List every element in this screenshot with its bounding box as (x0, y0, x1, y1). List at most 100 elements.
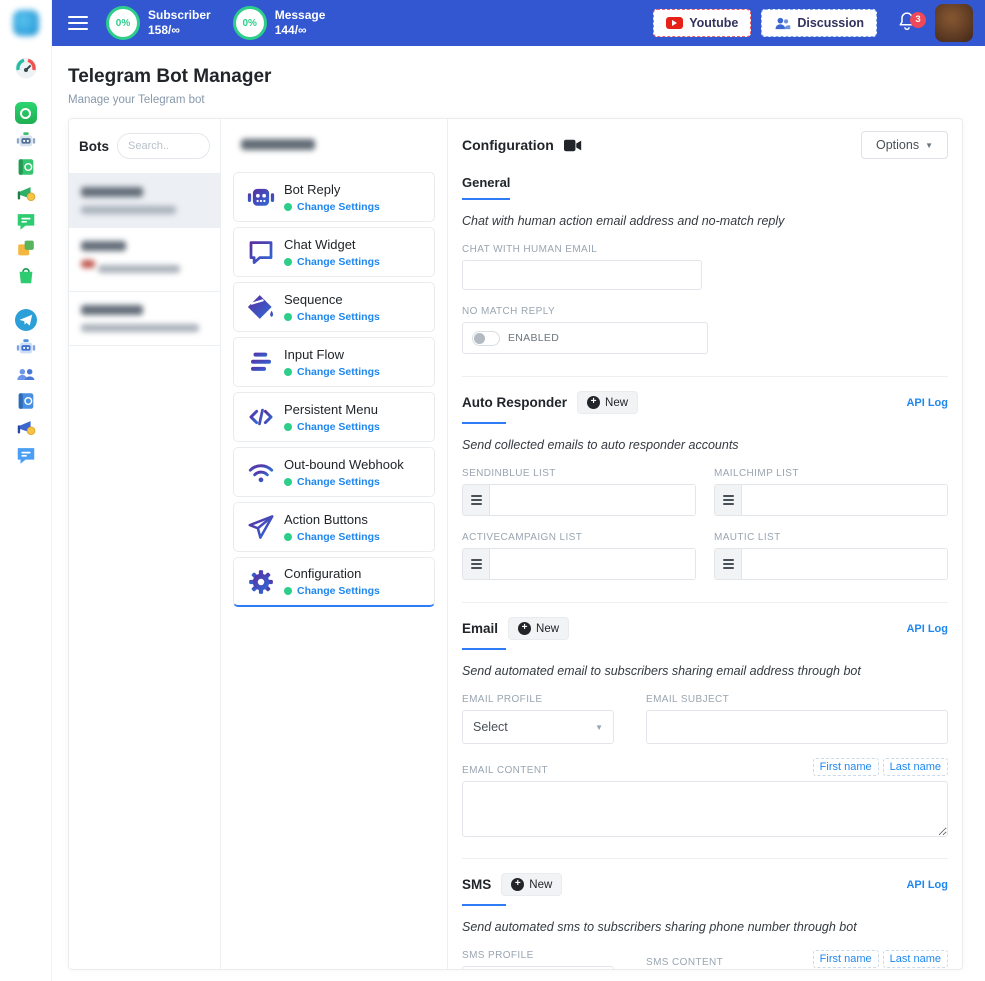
bot-name-redacted (81, 241, 126, 251)
email-profile-select[interactable]: Select▼ (462, 710, 614, 744)
list-menu-icon[interactable] (715, 549, 742, 579)
menu-item-sequence[interactable]: Sequence Change Settings (233, 282, 435, 332)
plus-icon: + (518, 622, 531, 635)
auto-responder-new-button[interactable]: +New (577, 391, 638, 414)
chat-with-human-email-input[interactable] (462, 260, 702, 290)
menu-item-label: Chat Widget (284, 237, 380, 252)
bot-name-redacted (81, 187, 143, 197)
change-settings-link[interactable]: Change Settings (297, 201, 380, 213)
change-settings-link[interactable]: Change Settings (297, 366, 380, 378)
shop-icon[interactable] (13, 262, 39, 288)
mautic-list-input[interactable] (742, 549, 947, 579)
auto-responder-api-log-link[interactable]: API Log (906, 397, 948, 409)
telegram-icon[interactable] (13, 307, 39, 333)
list-menu-icon[interactable] (463, 485, 490, 515)
first-name-tag-button[interactable]: First name (813, 758, 879, 776)
whatsapp-chat-icon[interactable] (13, 208, 39, 234)
change-settings-link[interactable]: Change Settings (297, 531, 380, 543)
status-dot (284, 368, 292, 376)
email-subject-input[interactable] (646, 710, 948, 744)
menu-item-chat-widget[interactable]: Chat Widget Change Settings (233, 227, 435, 277)
email-content-textarea[interactable] (462, 781, 948, 837)
bars-icon (246, 347, 276, 377)
bots-search-input[interactable] (117, 133, 210, 159)
wifi-icon (246, 457, 276, 487)
sms-content-label: SMS CONTENT (646, 957, 723, 968)
status-dot (284, 203, 292, 211)
sms-profile-label: SMS PROFILE (462, 950, 630, 961)
hamburger-menu-icon[interactable] (68, 12, 88, 34)
email-description: Send automated email to subscribers shar… (462, 664, 948, 678)
email-title: Email (462, 621, 498, 636)
bot-list-item[interactable] (69, 174, 220, 228)
no-match-reply-label: NO MATCH REPLY (462, 306, 948, 317)
plus-icon: + (587, 396, 600, 409)
config-title: Configuration (462, 137, 554, 153)
menu-item-action-buttons[interactable]: Action Buttons Change Settings (233, 502, 435, 552)
menu-item-input-flow[interactable]: Input Flow Change Settings (233, 337, 435, 387)
menu-item-label: Action Buttons (284, 512, 380, 527)
telegram-chat-icon[interactable] (13, 442, 39, 468)
first-name-tag-button[interactable]: First name (813, 950, 879, 968)
list-menu-icon[interactable] (463, 549, 490, 579)
sms-new-button[interactable]: +New (501, 873, 562, 896)
bot-list-item[interactable] (69, 228, 220, 292)
whatsapp-contacts-icon[interactable] (13, 154, 39, 180)
subscriber-metric: 0% Subscriber158/∞ (106, 6, 211, 40)
people-icon (774, 16, 791, 31)
sendinblue-list-input[interactable] (490, 485, 695, 515)
video-camera-icon[interactable] (564, 139, 582, 152)
last-name-tag-button[interactable]: Last name (883, 758, 948, 776)
list-menu-icon[interactable] (715, 485, 742, 515)
sendinblue-list-field (462, 484, 696, 516)
menu-item-label: Persistent Menu (284, 402, 380, 417)
email-api-log-link[interactable]: API Log (906, 623, 948, 635)
configuration-panel: Configuration Options▼ General Chat with… (448, 119, 962, 969)
activecampaign-list-input[interactable] (490, 549, 695, 579)
mailchimp-list-input[interactable] (742, 485, 947, 515)
whatsapp-bot-icon[interactable] (13, 127, 39, 153)
last-name-tag-button[interactable]: Last name (883, 950, 948, 968)
whatsapp-icon[interactable] (13, 100, 39, 126)
bot-list-item[interactable] (69, 292, 220, 346)
enabled-toggle[interactable] (472, 331, 500, 346)
sms-api-log-link[interactable]: API Log (906, 879, 948, 891)
app-logo[interactable] (13, 10, 39, 36)
change-settings-link[interactable]: Change Settings (297, 311, 380, 323)
telegram-bot-icon[interactable] (13, 334, 39, 360)
integrations-icon[interactable] (13, 235, 39, 261)
sms-profile-select[interactable]: Select▼ (462, 966, 614, 969)
email-profile-label: EMAIL PROFILE (462, 694, 630, 705)
notifications-button[interactable]: 3 (897, 10, 917, 37)
tab-general[interactable]: General (462, 175, 510, 200)
change-settings-link[interactable]: Change Settings (297, 256, 380, 268)
telegram-group-icon[interactable] (13, 361, 39, 387)
paint-bucket-icon (246, 292, 276, 322)
tab-underline (462, 422, 506, 424)
telegram-broadcast-icon[interactable] (13, 415, 39, 441)
user-avatar[interactable] (935, 4, 973, 42)
menu-item-outbound-webhook[interactable]: Out-bound Webhook Change Settings (233, 447, 435, 497)
change-settings-link[interactable]: Change Settings (297, 421, 380, 433)
discussion-button[interactable]: Discussion (761, 9, 877, 37)
menu-item-persistent-menu[interactable]: Persistent Menu Change Settings (233, 392, 435, 442)
no-match-reply-toggle-box: ENABLED (462, 322, 708, 354)
change-settings-link[interactable]: Change Settings (297, 585, 380, 597)
plus-icon: + (511, 878, 524, 891)
email-subject-label: EMAIL SUBJECT (646, 694, 948, 705)
email-new-button[interactable]: +New (508, 617, 569, 640)
menu-item-configuration[interactable]: Configuration Change Settings (233, 557, 435, 607)
whatsapp-broadcast-icon[interactable] (13, 181, 39, 207)
menu-item-bot-reply[interactable]: Bot Reply Change Settings (233, 172, 435, 222)
telegram-contacts-icon[interactable] (13, 388, 39, 414)
youtube-button[interactable]: Youtube (653, 9, 751, 37)
enabled-toggle-label: ENABLED (508, 332, 559, 344)
change-settings-link[interactable]: Change Settings (297, 476, 380, 488)
notification-count-badge: 3 (910, 12, 926, 28)
options-button[interactable]: Options▼ (861, 131, 948, 159)
chat-with-human-email-label: CHAT WITH HUMAN EMAIL (462, 244, 948, 255)
tab-underline (462, 904, 506, 906)
paper-plane-icon (246, 512, 276, 542)
top-bar: 0% Subscriber158/∞ 0% Message144/∞ Youtu… (52, 0, 985, 46)
dashboard-gauge-icon[interactable] (13, 55, 39, 81)
